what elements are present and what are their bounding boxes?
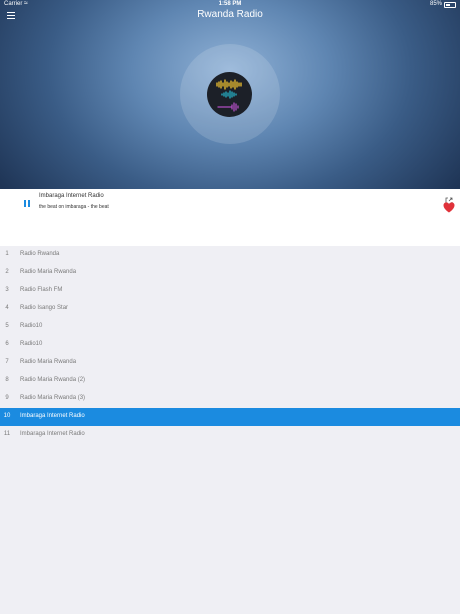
station-name: Radio Maria Rwanda <box>20 359 77 365</box>
now-playing-subtitle: the beat on imbaraga - the beat <box>39 204 109 210</box>
station-row[interactable]: 3 Radio Flash FM <box>0 282 460 300</box>
station-row[interactable]: 11 Imbaraga Internet Radio <box>0 426 460 444</box>
station-name: Radio Maria Rwanda (2) <box>20 377 86 383</box>
station-name: Radio Flash FM <box>20 287 63 293</box>
station-number: 8 <box>5 377 9 383</box>
station-number: 5 <box>5 323 9 329</box>
station-name: Imbaraga Internet Radio <box>20 413 85 419</box>
share-icon[interactable] <box>445 192 453 205</box>
station-number: 3 <box>5 287 9 293</box>
station-number: 10 <box>3 413 11 419</box>
station-row[interactable]: 7 Radio Maria Rwanda <box>0 354 460 372</box>
station-name: Radio Isango Star <box>20 305 69 311</box>
station-number: 1 <box>5 251 9 257</box>
station-name: Radio Rwanda <box>20 251 60 257</box>
station-name: Imbaraga Internet Radio <box>20 431 85 437</box>
station-number: 6 <box>5 341 9 347</box>
station-name: Radio Maria Rwanda (3) <box>20 395 86 401</box>
now-playing-title: Imbaraga Internet Radio <box>39 193 104 199</box>
station-row[interactable]: 9 Radio Maria Rwanda (3) <box>0 390 460 408</box>
station-number: 9 <box>5 395 9 401</box>
station-name: Radio Maria Rwanda <box>20 269 77 275</box>
station-row[interactable]: 5 Radio10 <box>0 318 460 336</box>
page-title: Rwanda Radio <box>197 9 263 20</box>
station-row[interactable]: 4 Radio Isango Star <box>0 300 460 318</box>
station-number: 4 <box>5 305 9 311</box>
heart-icon[interactable] <box>443 200 455 213</box>
station-row[interactable]: 6 Radio10 <box>0 336 460 354</box>
station-number: 7 <box>5 359 9 365</box>
status-time: 1:58 PM <box>218 1 242 7</box>
hero-artwork-area <box>0 0 460 189</box>
station-number: 2 <box>5 269 9 275</box>
battery-icon <box>444 2 456 8</box>
station-row[interactable]: 2 Radio Maria Rwanda <box>0 264 460 282</box>
station-number: 11 <box>3 431 11 437</box>
station-list: 1 Radio Rwanda 2 Radio Maria Rwanda 3 Radio F… <box>0 246 460 444</box>
station-row[interactable]: 8 Radio Maria Rwanda (2) <box>0 372 460 390</box>
pause-icon[interactable] <box>24 200 32 208</box>
station-name: Radio10 <box>20 341 43 347</box>
station-row[interactable]: 10 Imbaraga Internet Radio <box>0 408 460 426</box>
battery-percent: 85% <box>429 1 442 7</box>
station-row[interactable]: 1 Radio Rwanda <box>0 246 460 264</box>
station-name: Radio10 <box>20 323 43 329</box>
sound-wave-icon <box>207 72 252 117</box>
